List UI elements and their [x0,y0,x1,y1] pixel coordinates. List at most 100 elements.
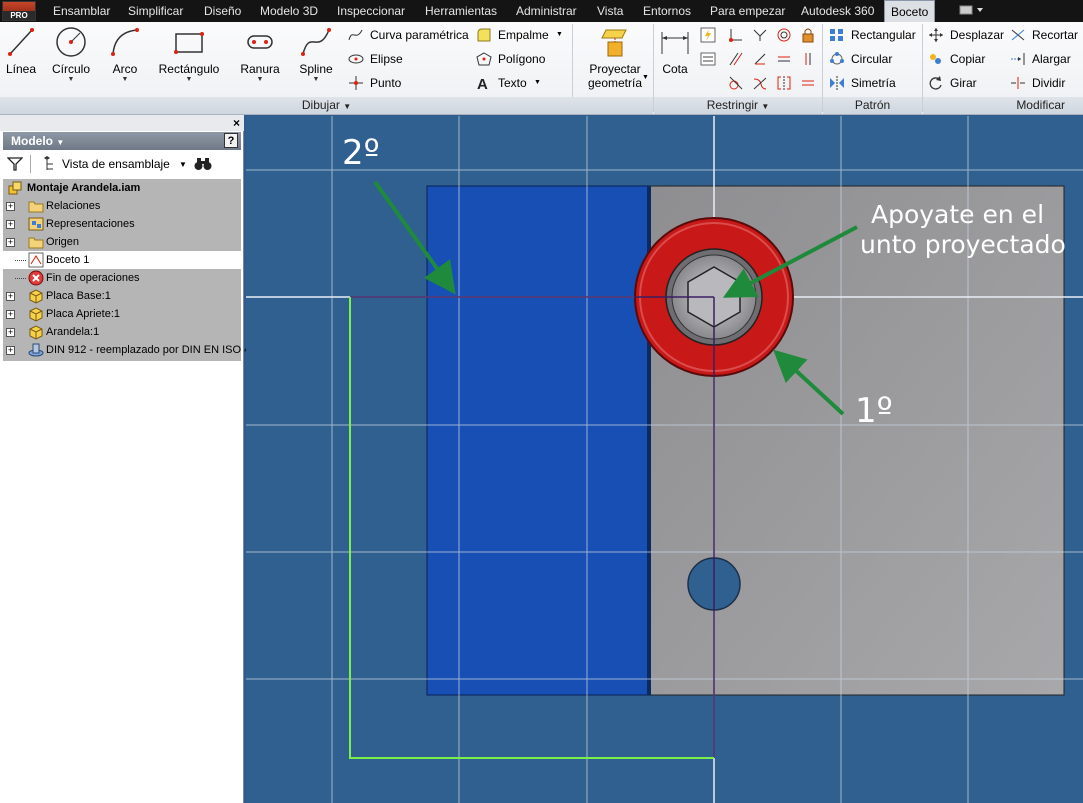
tab-boceto[interactable]: Boceto [884,0,936,22]
arc-dropdown-icon[interactable]: ▼ [106,76,144,84]
tree-expand-icon[interactable]: + [6,202,15,211]
tree-item[interactable]: Fin de operaciones [3,269,241,287]
polygon-button[interactable]: Polígono [476,49,566,69]
tab-inspeccionar[interactable]: Inspeccionar [337,0,405,22]
move-button[interactable]: Desplazar [928,25,1004,45]
browser-title-dropdown-icon[interactable]: ▼ [56,138,64,147]
tab-para-empezar[interactable]: Para empezar [710,0,785,22]
application-menu-button[interactable]: PRO [2,1,36,21]
tree-item[interactable]: + Origen [3,233,241,251]
collinear-constraint-button[interactable] [748,24,770,44]
horizontal-icon [778,56,790,62]
project-geometry-dropdown-icon[interactable]: ▼ [642,74,649,81]
tree-item[interactable]: + Placa Base:1 [3,287,241,305]
slot-dropdown-icon[interactable]: ▼ [238,76,282,84]
spline-dropdown-icon[interactable]: ▼ [296,76,336,84]
tree-expand-icon[interactable]: + [6,346,15,355]
fillet-dropdown-icon[interactable]: ▼ [556,25,563,45]
tree-item[interactable]: + Arandela:1 [3,323,241,341]
tab-vista[interactable]: Vista [597,0,623,22]
auto-dimension-icon [700,27,716,43]
text-dropdown-icon[interactable]: ▼ [534,73,541,93]
perpendicular-constraint-button[interactable] [748,48,770,68]
equal-constraint-button[interactable] [796,72,818,92]
find-binoculars-icon[interactable] [194,157,212,171]
circle-tool-button[interactable]: Círculo ▼ [48,24,94,94]
ribbon-tab-bar: PRO Ensamblar Simplificar Diseño Modelo … [0,0,1083,22]
line-tool-button[interactable]: Línea [2,24,40,94]
tangent-constraint-button[interactable] [724,72,746,92]
circle-tool-label: Círculo [51,62,90,76]
ellipse-button[interactable]: Elipse [348,49,470,69]
rectangle-tool-button[interactable]: Rectángulo ▼ [156,24,222,94]
representations-icon [28,216,44,232]
parametric-curve-button[interactable]: Curva paramétrica [348,25,470,45]
text-label: Texto [498,76,527,90]
browser-header[interactable]: Modelo ▼ ? [3,132,241,150]
filter-icon[interactable] [7,157,23,171]
trim-icon [1011,29,1025,41]
tree-item-label: Boceto 1 [46,254,90,266]
point-button[interactable]: Punto [348,73,470,93]
tree-item[interactable]: Boceto 1 [3,251,241,269]
split-button[interactable]: Dividir [1010,73,1082,93]
browser-help-icon[interactable]: ? [224,133,238,148]
project-geometry-button[interactable]: Proyectar geometría [580,24,650,94]
circular-pattern-button[interactable]: Circular [829,49,921,69]
graphics-window[interactable]: 2º 1º Apoyate en el unto proyectado [246,116,1083,803]
trim-button[interactable]: Recortar [1010,25,1082,45]
tree-expand-icon[interactable]: + [6,328,15,337]
slot-tool-button[interactable]: Ranura ▼ [238,24,282,94]
mirror-button[interactable]: Simetría [829,73,921,93]
ribbon-display-options-icon[interactable] [958,4,986,18]
coincident-constraint-button[interactable] [724,24,746,44]
parametric-curve-icon [348,29,363,41]
dimension-button[interactable]: Cota [656,24,694,94]
spline-tool-button[interactable]: Spline ▼ [296,24,336,94]
tab-simplificar[interactable]: Simplificar [128,0,183,22]
rotate-button[interactable]: Girar [928,73,1004,93]
extend-button[interactable]: Alargar [1010,49,1082,69]
tree-expand-icon[interactable]: + [6,220,15,229]
horizontal-constraint-button[interactable] [772,48,794,68]
rectangular-pattern-button[interactable]: Rectangular [829,25,921,45]
panel-restringir-title[interactable]: Restringir ▼ [654,97,822,114]
tree-item[interactable]: + Representaciones [3,215,241,233]
tree-item[interactable]: + Relaciones [3,197,241,215]
constraint-settings-button[interactable] [696,48,718,68]
tree-expand-icon[interactable]: + [6,292,15,301]
annotation-step-2: 2º [342,133,380,173]
tab-administrar[interactable]: Administrar [516,0,577,22]
vertical-constraint-button[interactable] [796,48,818,68]
tab-modelo-3d[interactable]: Modelo 3D [260,0,318,22]
tree-item[interactable]: + Placa Apriete:1 [3,305,241,323]
fix-constraint-button[interactable] [796,24,818,44]
fillet-button[interactable]: Empalme ▼ [476,25,566,45]
auto-dimension-button[interactable] [696,24,718,44]
tab-entornos[interactable]: Entornos [643,0,691,22]
assembly-view-label[interactable]: Vista de ensamblaje [62,152,170,176]
tree-expand-icon[interactable]: + [6,238,15,247]
tree-expand-icon[interactable]: + [6,310,15,319]
tab-autodesk-360[interactable]: Autodesk 360 [801,0,874,22]
parallel-constraint-button[interactable] [724,48,746,68]
text-button[interactable]: A Texto ▼ [476,73,566,93]
view-dropdown-icon[interactable]: ▼ [179,153,187,177]
tree-item[interactable]: + DIN 912 - reemplazado por DIN EN ISO 4 [3,341,250,359]
tree-item[interactable]: Montaje Arandela.iam [3,179,241,197]
tab-herramientas[interactable]: Herramientas [425,0,497,22]
base-plate[interactable] [426,185,650,696]
smooth-constraint-button[interactable] [748,72,770,92]
concentric-constraint-button[interactable] [772,24,794,44]
copy-button[interactable]: Copiar [928,49,1004,69]
rectangle-dropdown-icon[interactable]: ▼ [156,76,222,84]
model-tree: Montaje Arandela.iam + Relaciones + Represen… [3,179,250,361]
circle-dropdown-icon[interactable]: ▼ [48,76,94,84]
arc-tool-button[interactable]: Arco ▼ [106,24,144,94]
symmetric-constraint-button[interactable] [772,72,794,92]
point-label: Punto [370,76,402,90]
browser-close-icon[interactable]: × [233,116,240,130]
tab-ensamblar[interactable]: Ensamblar [53,0,110,22]
panel-dibujar-title[interactable]: Dibujar ▼ [0,97,653,114]
tab-diseno[interactable]: Diseño [204,0,241,22]
